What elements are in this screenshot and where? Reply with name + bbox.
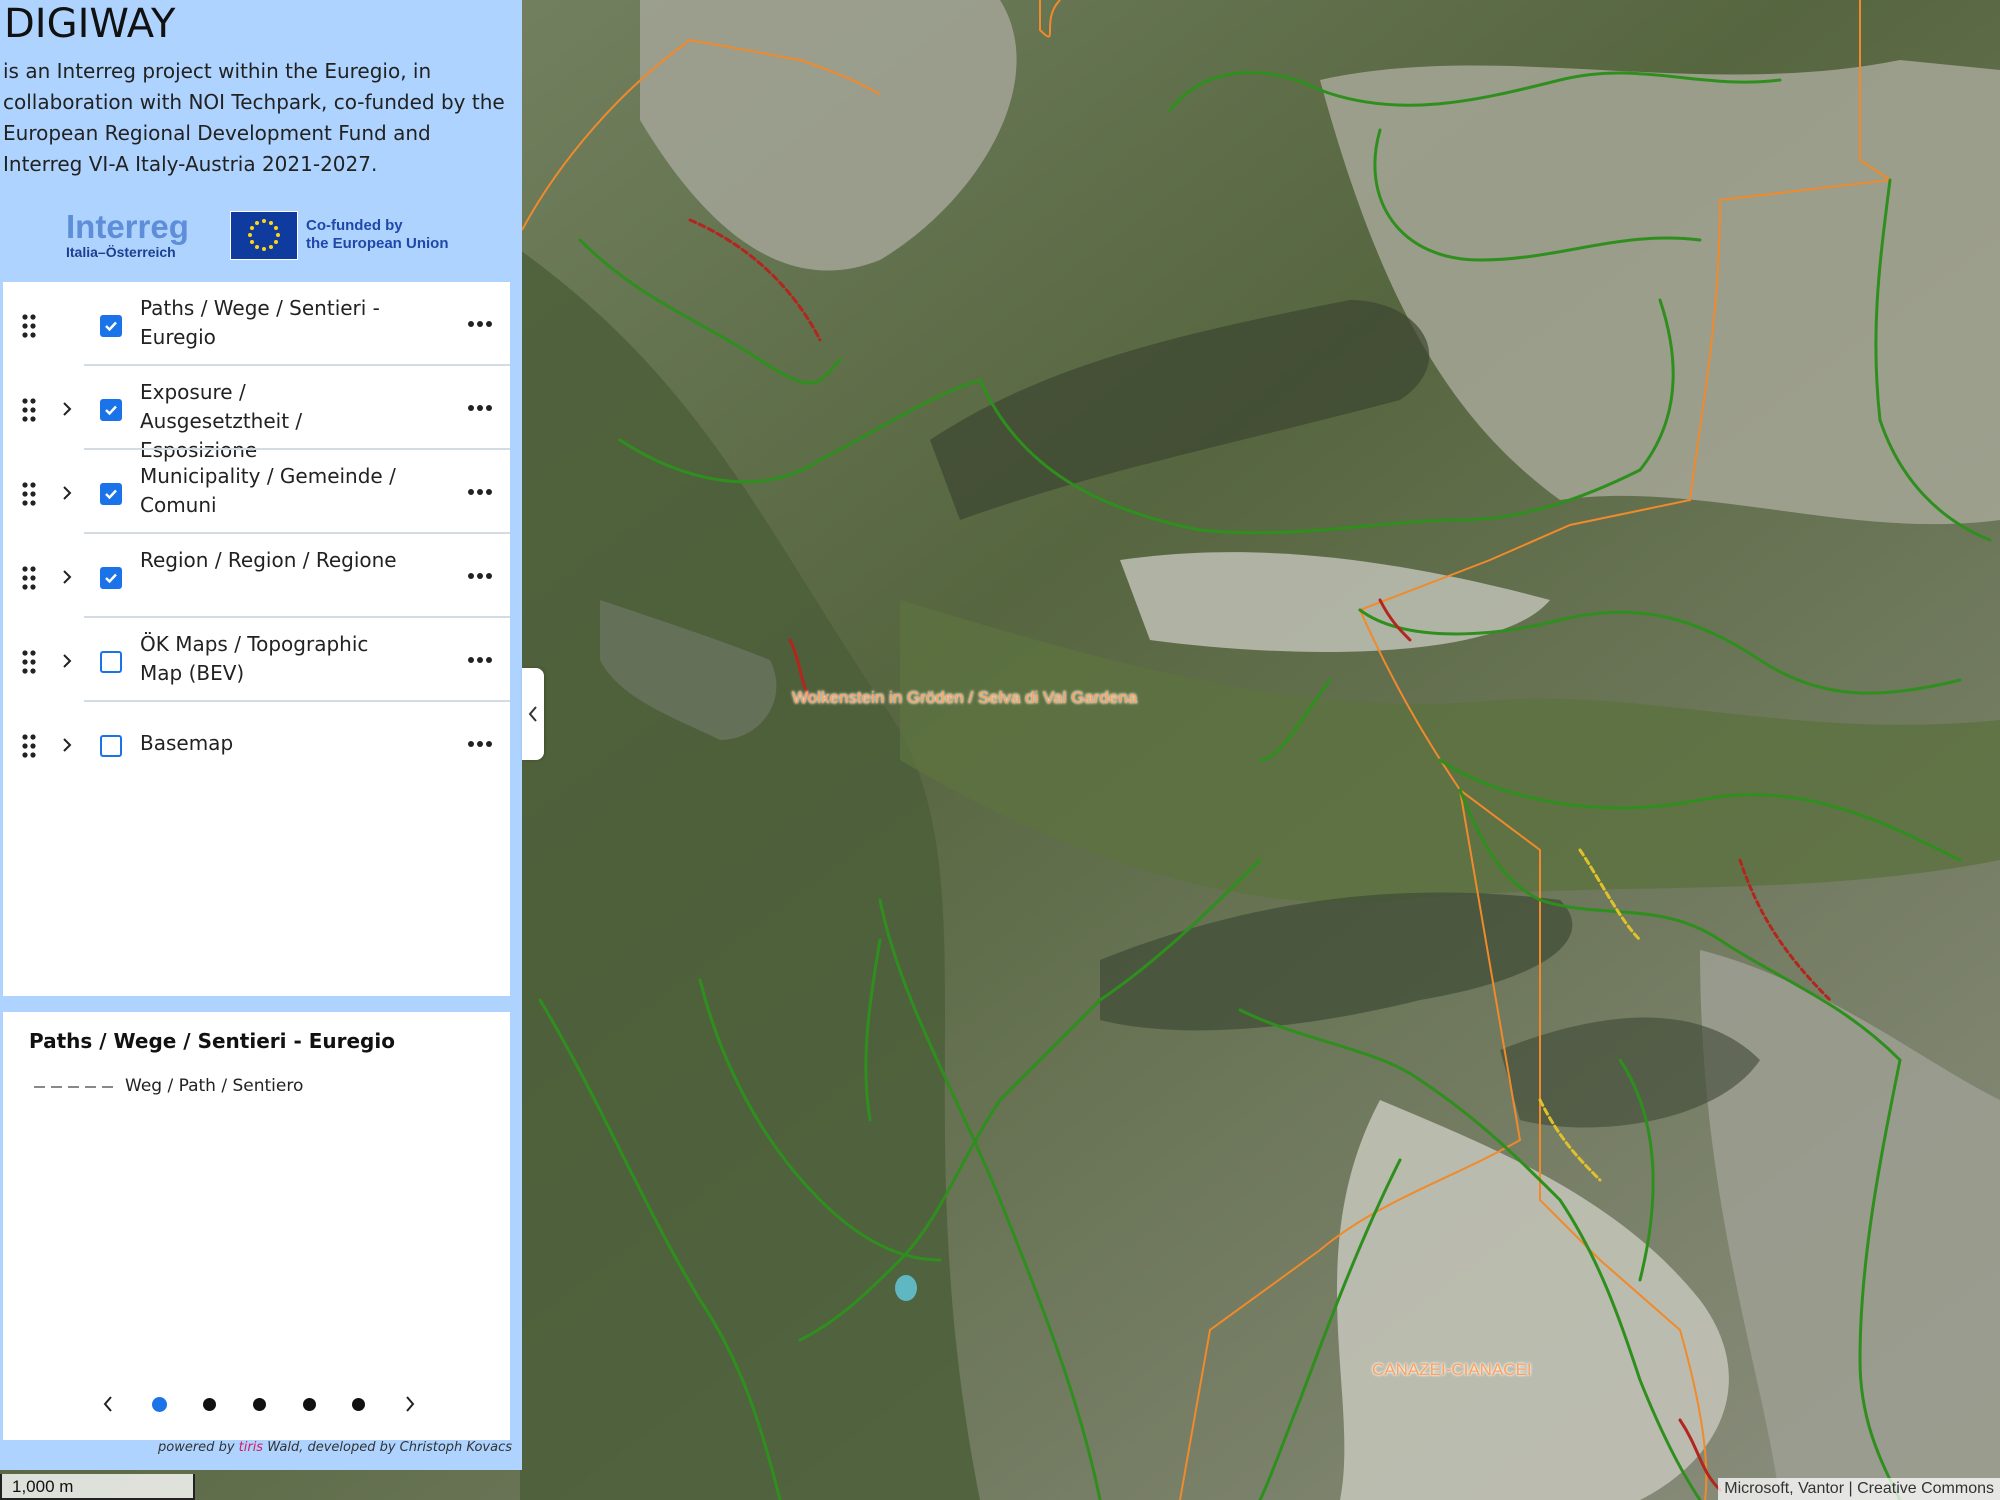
more-options-icon[interactable]: [467, 488, 493, 496]
layer-row-municipality: Municipality / Gemeinde / Comuni: [3, 450, 510, 534]
powered-by-credit: powered by tiris Wald, developed by Chri…: [158, 1440, 512, 1455]
layer-label: Municipality / Gemeinde / Comuni: [140, 464, 396, 517]
layer-checkbox[interactable]: [100, 651, 122, 673]
chevron-right-icon[interactable]: [403, 1394, 417, 1414]
chevron-right-icon[interactable]: [60, 400, 74, 418]
dashed-line-symbol-icon: [34, 1086, 116, 1088]
layer-checkbox[interactable]: [100, 567, 122, 589]
chevron-left-icon[interactable]: [101, 1394, 115, 1414]
chevron-right-icon[interactable]: [60, 652, 74, 670]
chevron-right-icon[interactable]: [60, 736, 74, 754]
pager-dot-active[interactable]: [152, 1397, 167, 1412]
eu-text-line1: Co-funded by: [306, 217, 403, 234]
more-options-icon[interactable]: [467, 740, 493, 748]
layer-label: Paths / Wege / Sentieri - Euregio: [140, 296, 380, 349]
drag-handle-icon[interactable]: [21, 481, 37, 507]
tiris-link[interactable]: tiris: [239, 1440, 263, 1455]
drag-handle-icon[interactable]: [21, 313, 37, 339]
layer-checkbox[interactable]: [100, 315, 122, 337]
chevron-right-icon[interactable]: [60, 568, 74, 586]
app-title: DIGIWAY: [4, 1, 176, 47]
collapse-sidebar-button[interactable]: [522, 668, 544, 760]
layer-checkbox[interactable]: [100, 483, 122, 505]
chevron-left-icon: [528, 706, 537, 722]
pager-dot[interactable]: [303, 1398, 316, 1411]
layer-row-region: Region / Region / Regione: [3, 534, 510, 618]
layer-row-paths: Paths / Wege / Sentieri - Euregio: [3, 282, 510, 366]
layer-checkbox[interactable]: [100, 399, 122, 421]
map-label-wolkenstein: Wolkenstein in Gröden / Selva di Val Gar…: [792, 688, 1138, 707]
more-options-icon[interactable]: [467, 404, 493, 412]
eu-flag-icon: [230, 210, 298, 260]
sidebar: DIGIWAY is an Interreg project within th…: [0, 0, 522, 1470]
drag-handle-icon[interactable]: [21, 649, 37, 675]
layer-row-basemap: Basemap: [3, 702, 510, 786]
more-options-icon[interactable]: [467, 656, 493, 664]
drag-handle-icon[interactable]: [21, 397, 37, 423]
map-label-canazei: CANAZEI-CIANACEI: [1372, 1360, 1532, 1379]
layer-label: Basemap: [140, 731, 234, 755]
powered-suffix: Wald, developed by Christoph Kovacs: [263, 1440, 512, 1455]
interreg-logo: Interreg Italia–Österreich: [66, 210, 210, 260]
drag-handle-icon[interactable]: [21, 565, 37, 591]
powered-prefix: powered by: [158, 1440, 239, 1455]
chevron-right-icon[interactable]: [60, 484, 74, 502]
pager-dot[interactable]: [352, 1398, 365, 1411]
more-options-icon[interactable]: [467, 572, 493, 580]
legend-panel: Paths / Wege / Sentieri - Euregio Weg / …: [3, 1012, 510, 1440]
interreg-logo-word: Interreg: [66, 208, 189, 245]
eu-text-line2: the European Union: [306, 235, 449, 252]
more-options-icon[interactable]: [467, 320, 493, 328]
pager-dot[interactable]: [253, 1398, 266, 1411]
layer-list: Paths / Wege / Sentieri - Euregio Exposu…: [3, 282, 510, 996]
drag-handle-icon[interactable]: [21, 733, 37, 759]
interreg-logo-sub: Italia–Österreich: [66, 244, 176, 260]
layer-row-exposure: Exposure / Ausgesetztheit / Esposizione: [3, 366, 510, 462]
layer-label: ÖK Maps / Topographic Map (BEV): [140, 632, 369, 685]
layer-row-ok-maps: ÖK Maps / Topographic Map (BEV): [3, 618, 510, 702]
partner-logos: Interreg Italia–Österreich Co-funded by …: [66, 210, 449, 260]
legend-item-label: Weg / Path / Sentiero: [125, 1076, 304, 1096]
map-attribution: Microsoft, Vantor | Creative Commons: [1718, 1478, 2000, 1500]
layer-label: Region / Region / Regione: [140, 548, 397, 572]
legend-pager: [93, 1389, 433, 1419]
eu-cofunded-text: Co-funded by the European Union: [306, 217, 449, 253]
layer-checkbox[interactable]: [100, 735, 122, 757]
legend-title: Paths / Wege / Sentieri - Euregio: [29, 1029, 395, 1053]
app-description: is an Interreg project within the Euregi…: [3, 59, 505, 176]
pager-dot[interactable]: [203, 1398, 216, 1411]
scale-bar: 1,000 m: [0, 1474, 195, 1500]
